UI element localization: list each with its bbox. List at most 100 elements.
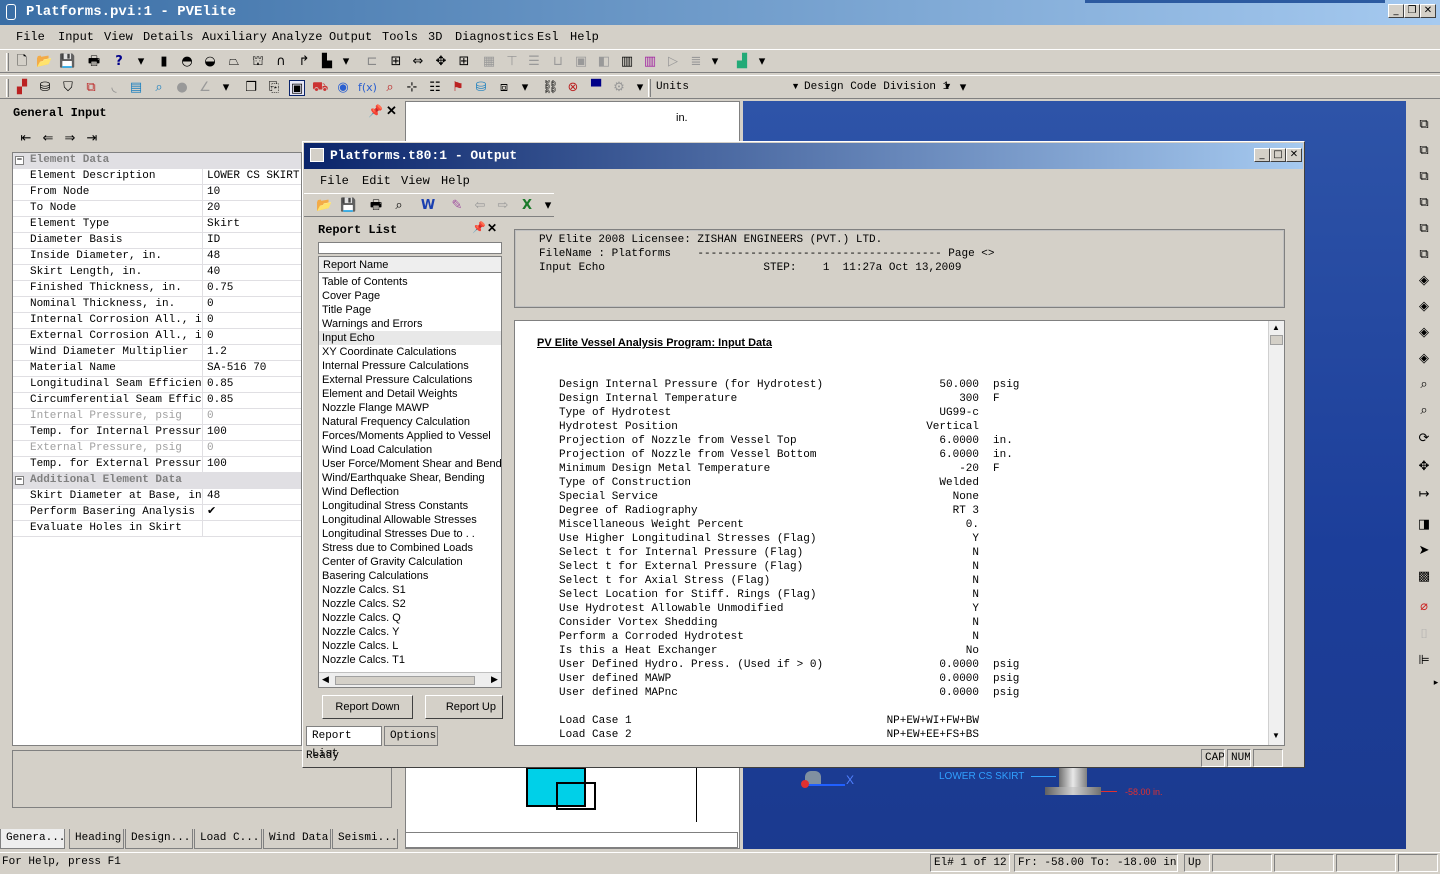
list-icon[interactable]: ☷: [427, 80, 443, 96]
output-menu-edit[interactable]: Edit: [362, 174, 391, 188]
report-item[interactable]: Longitudinal Stresses Due to . .: [322, 527, 475, 541]
property-row[interactable]: Element Type Skirt: [13, 217, 301, 233]
prev-record-icon[interactable]: ⇐: [40, 131, 56, 147]
property-row[interactable]: Skirt Length, in. 40: [13, 265, 301, 281]
property-row[interactable]: Skirt Diameter at Base, in. 48: [13, 489, 301, 505]
cone-icon[interactable]: ⏢: [226, 54, 242, 70]
report-item[interactable]: Nozzle Calcs. S2: [322, 597, 406, 611]
view-back-icon[interactable]: ⧉: [1416, 143, 1432, 159]
menu-output[interactable]: Output: [329, 30, 372, 44]
output-menu-view[interactable]: View: [401, 174, 430, 188]
nested-icon[interactable]: ⧈: [496, 80, 512, 96]
units-select[interactable]: ▼: [690, 79, 802, 97]
search-report-icon[interactable]: ⌕: [382, 80, 398, 96]
report-item[interactable]: Forces/Moments Applied to Vessel: [322, 429, 491, 443]
tab-general[interactable]: Genera...: [0, 829, 65, 849]
head-icon[interactable]: ◓: [179, 54, 195, 70]
property-value[interactable]: LOWER CS SKIRT: [205, 169, 301, 184]
report-item[interactable]: XY Coordinate Calculations: [322, 345, 456, 359]
report-item[interactable]: Nozzle Calcs. Q: [322, 611, 401, 625]
tree-icon[interactable]: ⊹: [404, 80, 420, 96]
cylinder-icon[interactable]: ▮: [156, 54, 172, 70]
property-row[interactable]: Evaluate Holes in Skirt: [13, 521, 301, 537]
dimension-icon[interactable]: ↦: [1416, 487, 1432, 503]
render-icon[interactable]: ▩: [1416, 569, 1432, 585]
report-item[interactable]: Center of Gravity Calculation: [322, 555, 463, 569]
tab-load-cases[interactable]: Load C...: [194, 829, 262, 849]
back-arrow-icon[interactable]: ⇦: [472, 198, 488, 214]
report-filter[interactable]: [318, 242, 502, 254]
report-item[interactable]: Nozzle Calcs. Y: [322, 625, 399, 639]
view-front-icon[interactable]: ⧉: [1416, 117, 1432, 133]
move-icon[interactable]: ✥: [433, 54, 449, 70]
function-icon[interactable]: f(x): [358, 80, 377, 96]
property-value[interactable]: 0: [205, 441, 301, 456]
scroll-up-icon[interactable]: ▲: [1272, 323, 1280, 332]
menu-tools[interactable]: Tools: [382, 30, 418, 44]
report-item[interactable]: Wind Load Calculation: [322, 443, 432, 457]
toolbar-dropdown-icon[interactable]: ▾: [955, 80, 971, 96]
toolbar-dropdown-icon[interactable]: ▾: [632, 80, 648, 96]
curve-icon[interactable]: ◟: [106, 80, 122, 96]
property-value[interactable]: Skirt: [205, 217, 301, 232]
first-record-icon[interactable]: ⇤: [18, 131, 34, 147]
report-item-title-page[interactable]: Title Page: [322, 303, 371, 317]
property-row[interactable]: Material Name SA-516 70: [13, 361, 301, 377]
output-minimize-button[interactable]: _: [1254, 148, 1270, 162]
tab-report-list[interactable]: Report List: [306, 726, 382, 760]
report-item[interactable]: Natural Frequency Calculation: [322, 415, 470, 429]
checkmark-icon[interactable]: ✔: [205, 505, 301, 520]
property-row[interactable]: Temp. for Internal Pressure, F100: [13, 425, 301, 441]
zoom-extents-icon[interactable]: ⌕: [1416, 403, 1432, 419]
database-icon[interactable]: ⛁: [473, 80, 489, 96]
report-item[interactable]: User Force/Moment Shear and Bendi: [322, 457, 501, 471]
component-icon[interactable]: ▞: [14, 80, 30, 96]
iso-sw-icon[interactable]: ◈: [1416, 299, 1432, 315]
wireframe-icon[interactable]: ⌷: [1416, 627, 1432, 643]
new-file-icon[interactable]: 🗋: [14, 54, 30, 70]
vessel-icon[interactable]: ⛉: [60, 80, 76, 96]
scroll-left-icon[interactable]: ◀: [322, 674, 329, 685]
category-additional-element-data[interactable]: − Additional Element Data: [13, 473, 301, 489]
property-row[interactable]: External Pressure, psig 0: [13, 441, 301, 457]
view-bottom-icon[interactable]: ⧉: [1416, 247, 1432, 263]
print-report-icon[interactable]: 🖶: [368, 198, 384, 214]
boot-icon[interactable]: ▙: [319, 54, 335, 70]
property-row[interactable]: From Node 10: [13, 185, 301, 201]
scroll-down-icon[interactable]: ▼: [1272, 731, 1280, 740]
globe-icon[interactable]: ◉: [335, 80, 351, 96]
report-item[interactable]: Basering Calculations: [322, 569, 428, 583]
close-icon[interactable]: ✕: [487, 221, 497, 236]
property-row[interactable]: Element Description LOWER CS SKIRT: [13, 169, 301, 185]
menu-input[interactable]: Input: [58, 30, 94, 44]
report-item-input-echo[interactable]: Input Echo: [319, 331, 501, 345]
menu-view[interactable]: View: [104, 30, 133, 44]
property-row[interactable]: Temp. for External Pressure, F100: [13, 457, 301, 473]
property-value[interactable]: 0: [205, 409, 301, 424]
report-list-hscrollbar[interactable]: ◀ ▶: [319, 672, 501, 687]
report-item[interactable]: Internal Pressure Calculations: [322, 359, 469, 373]
output-menu-help[interactable]: Help: [441, 174, 470, 188]
forward-arrow-icon[interactable]: ⇨: [495, 198, 511, 214]
pin-icon[interactable]: 📌: [368, 104, 383, 119]
property-row[interactable]: Diameter Basis ID: [13, 233, 301, 249]
property-value[interactable]: 0.85: [205, 393, 301, 408]
pin-icon[interactable]: 📌: [472, 221, 486, 235]
error-check-icon[interactable]: ⊗: [565, 80, 581, 96]
weight-icon[interactable]: ▣: [573, 54, 589, 70]
report-item[interactable]: Nozzle Flange MAWP: [322, 401, 429, 415]
menu-help[interactable]: Help: [570, 30, 599, 44]
ring-icon[interactable]: ⊔: [550, 54, 566, 70]
toolbar-grip[interactable]: [6, 53, 9, 71]
horizontal-arrows-icon[interactable]: ⇔: [410, 54, 426, 70]
report-item-warnings[interactable]: Warnings and Errors: [322, 317, 422, 331]
property-row[interactable]: Circumferential Seam Efficiency0.85: [13, 393, 301, 409]
rotate-icon[interactable]: ⟳: [1416, 431, 1432, 447]
copy-icon[interactable]: ❐: [243, 80, 259, 96]
scroll-thumb[interactable]: [1270, 335, 1283, 345]
nozzle-icon[interactable]: ⊤: [504, 54, 520, 70]
save-report-icon[interactable]: 💾: [340, 198, 356, 214]
property-value[interactable]: 20: [205, 201, 301, 216]
menu-3d[interactable]: 3D: [428, 30, 442, 44]
last-record-icon[interactable]: ⇥: [84, 131, 100, 147]
